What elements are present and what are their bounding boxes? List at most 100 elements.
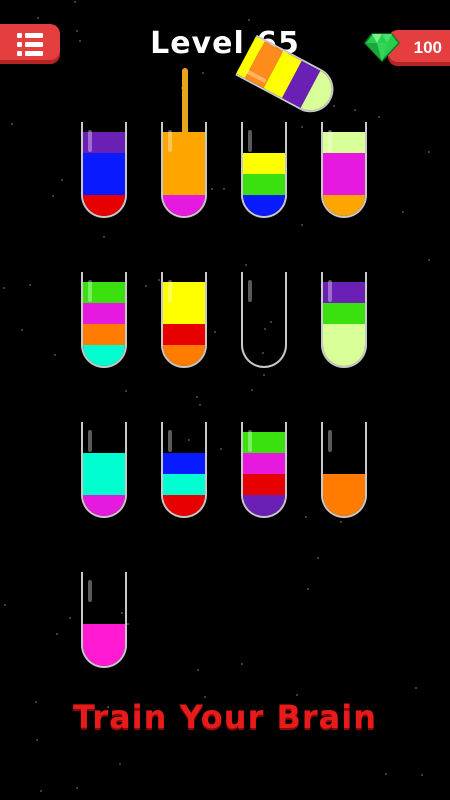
- gem-count: 100: [413, 38, 442, 57]
- liquid-layer: [83, 624, 125, 645]
- liquid-layer: [163, 324, 205, 345]
- tube[interactable]: [81, 272, 127, 368]
- star: [3, 603, 6, 606]
- star: [245, 263, 248, 266]
- star: [60, 178, 63, 181]
- liquid-layer: [83, 303, 125, 324]
- liquid-layer: [163, 495, 205, 516]
- star: [196, 669, 199, 672]
- star: [201, 71, 204, 74]
- star: [384, 772, 387, 775]
- star: [68, 616, 71, 619]
- tube[interactable]: [81, 572, 127, 668]
- tube-shine: [88, 430, 92, 452]
- star: [251, 388, 254, 391]
- liquid-layer: [243, 474, 285, 495]
- star: [196, 395, 199, 398]
- star: [21, 328, 24, 331]
- slogan: Train Your Brain: [72, 698, 377, 736]
- star: [427, 259, 430, 262]
- star: [295, 693, 298, 696]
- star: [35, 739, 38, 742]
- tube-shine: [248, 280, 252, 302]
- star: [54, 354, 57, 357]
- liquid-layer: [323, 303, 365, 324]
- tube-shine: [88, 130, 92, 152]
- tube[interactable]: [81, 122, 127, 218]
- tube-shine: [248, 130, 252, 152]
- tube[interactable]: [161, 422, 207, 518]
- liquid-layer: [243, 453, 285, 474]
- tube[interactable]: [321, 122, 367, 218]
- liquid-layer: [163, 174, 205, 195]
- tube[interactable]: [241, 122, 287, 218]
- tube[interactable]: [321, 422, 367, 518]
- liquid-layer: [163, 453, 205, 474]
- star: [339, 520, 342, 523]
- liquid-layer: [163, 153, 205, 174]
- star: [157, 279, 160, 282]
- star: [103, 236, 106, 239]
- liquid-layer: [83, 495, 125, 516]
- liquid-layer: [83, 195, 125, 216]
- star: [56, 632, 59, 635]
- gem-icon: [364, 33, 400, 62]
- tube[interactable]: [161, 122, 207, 218]
- star: [51, 194, 54, 197]
- tube-shine: [328, 430, 332, 452]
- star: [3, 287, 6, 290]
- tube-shine: [168, 430, 172, 452]
- star: [219, 447, 222, 450]
- star: [263, 374, 266, 377]
- liquid-layer: [83, 345, 125, 366]
- star: [223, 187, 226, 190]
- star: [420, 773, 423, 776]
- liquid-layer: [83, 474, 125, 495]
- star: [10, 123, 13, 126]
- star: [214, 330, 217, 333]
- star: [119, 763, 122, 766]
- star: [28, 283, 31, 286]
- star: [401, 211, 404, 214]
- tube-shine: [168, 280, 172, 302]
- liquid-layer: [323, 345, 365, 366]
- tube[interactable]: [81, 422, 127, 518]
- star: [354, 109, 357, 112]
- liquid-layer: [83, 153, 125, 174]
- liquid-layer: [83, 453, 125, 474]
- star: [300, 224, 303, 227]
- tube-shine: [248, 430, 252, 452]
- liquid-layer: [243, 495, 285, 516]
- liquid-layer: [83, 645, 125, 666]
- tube[interactable]: [241, 422, 287, 518]
- liquid-layer: [243, 153, 285, 174]
- star-background: [0, 0, 450, 800]
- star: [240, 662, 243, 665]
- liquid-layer: [323, 474, 365, 495]
- tube[interactable]: [161, 272, 207, 368]
- liquid-layer: [323, 495, 365, 516]
- star: [377, 116, 380, 119]
- star: [198, 404, 201, 407]
- tube[interactable]: [241, 272, 287, 368]
- liquid-layer: [163, 474, 205, 495]
- liquid-layer: [323, 174, 365, 195]
- star: [305, 516, 308, 519]
- star: [76, 786, 79, 789]
- tube[interactable]: [321, 272, 367, 368]
- tube-shine: [88, 280, 92, 302]
- liquid-layer: [163, 303, 205, 324]
- liquid-layer: [243, 174, 285, 195]
- star: [36, 16, 39, 19]
- star: [144, 285, 147, 288]
- star: [316, 556, 319, 559]
- liquid-layer: [163, 345, 205, 366]
- liquid-layer: [83, 324, 125, 345]
- star: [210, 188, 213, 191]
- tube-shine: [328, 280, 332, 302]
- star: [415, 686, 418, 689]
- liquid-layer: [323, 153, 365, 174]
- liquid-layer: [83, 174, 125, 195]
- star: [125, 389, 128, 392]
- liquid-layer: [323, 195, 365, 216]
